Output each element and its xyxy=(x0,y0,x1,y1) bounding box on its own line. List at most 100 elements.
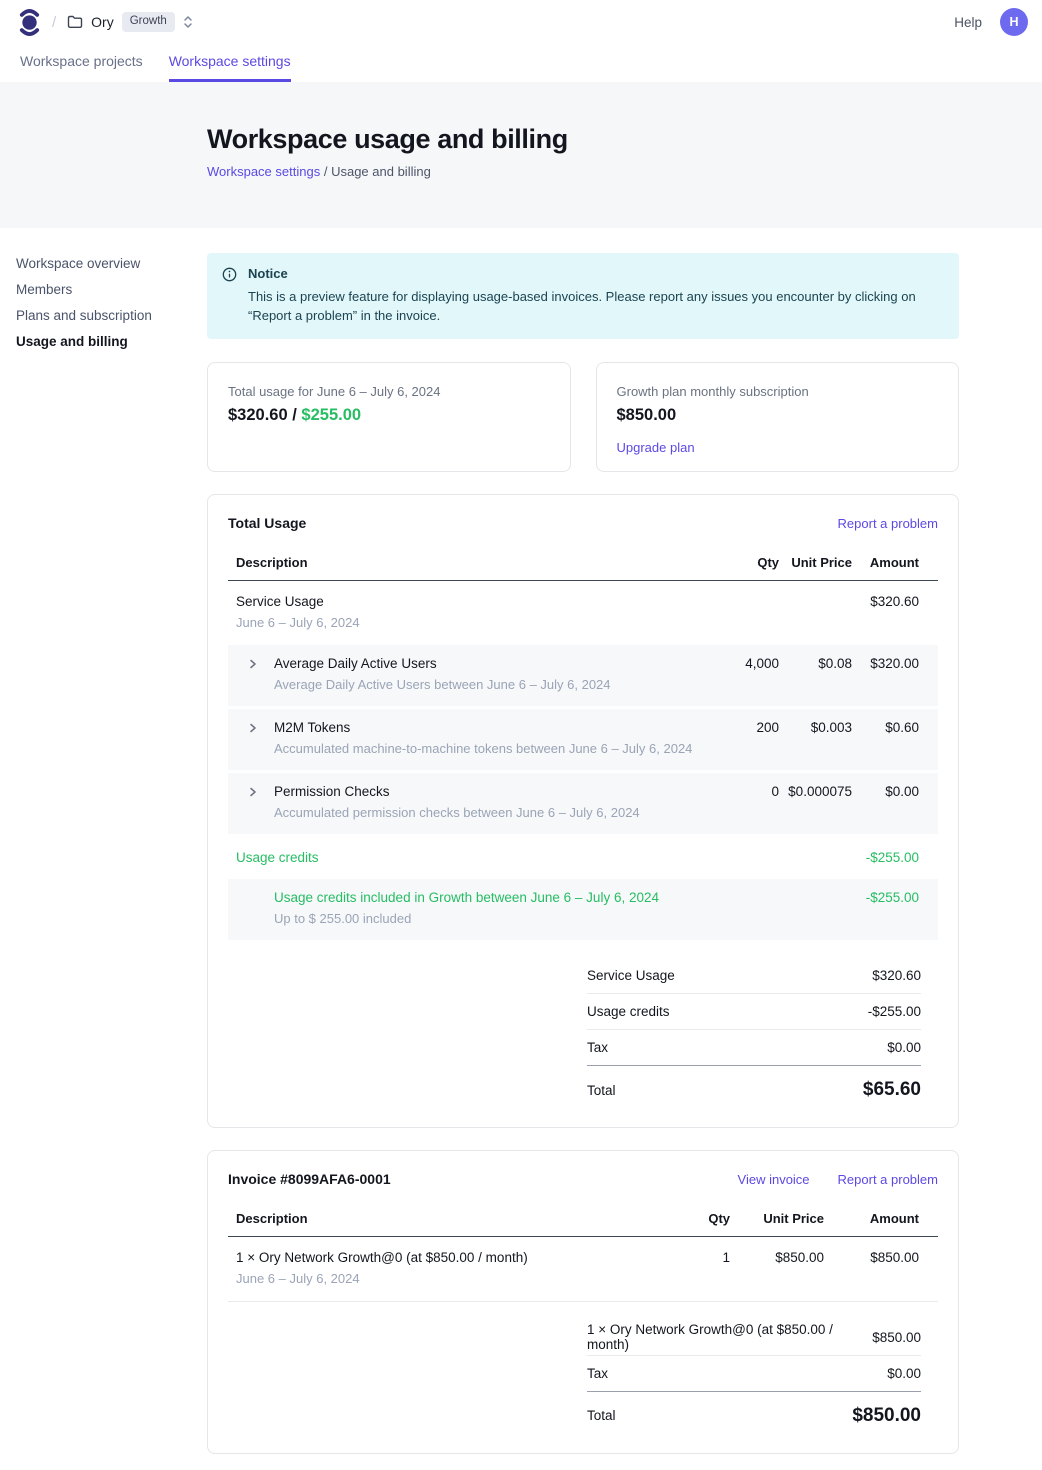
tab-workspace-settings[interactable]: Workspace settings xyxy=(169,53,291,82)
summary-label: 1 × Ory Network Growth@0 (at $850.00 / m… xyxy=(587,1322,872,1352)
avatar[interactable]: H xyxy=(1000,8,1028,36)
summary-value: $0.00 xyxy=(887,1366,921,1381)
row-description: Accumulated permission checks between Ju… xyxy=(274,805,640,822)
sidebar-item-workspace-overview[interactable]: Workspace overview xyxy=(16,257,191,271)
row-amount: $0.60 xyxy=(852,720,919,735)
summary-row-service-usage: Service Usage $320.60 xyxy=(587,958,921,994)
sidebar-item-members[interactable]: Members xyxy=(16,283,191,297)
col-amount: Amount xyxy=(824,1211,919,1226)
col-amount: Amount xyxy=(852,555,919,570)
summary-value: $0.00 xyxy=(887,1040,921,1055)
row-unit-price: $0.003 xyxy=(779,720,852,735)
row-name: Service Usage xyxy=(236,594,719,611)
main-content: Notice This is a preview feature for dis… xyxy=(207,228,959,1454)
usage-table-header: Description Qty Unit Price Amount xyxy=(228,547,938,581)
row-name: Average Daily Active Users xyxy=(274,656,611,673)
notice-title: Notice xyxy=(248,266,943,281)
row-qty: 0 xyxy=(719,784,779,799)
invoice-summary: 1 × Ory Network Growth@0 (at $850.00 / m… xyxy=(587,1320,921,1431)
breadcrumb-separator: / xyxy=(52,14,56,31)
plan-badge: Growth xyxy=(122,12,175,32)
summary-value: $320.60 xyxy=(872,968,921,983)
row-unit-price: $0.08 xyxy=(779,656,852,671)
sidebar-item-plans-and-subscription[interactable]: Plans and subscription xyxy=(16,309,191,323)
breadcrumb-separator: / xyxy=(324,164,328,179)
info-icon xyxy=(222,267,237,325)
workspace-switcher[interactable]: Ory Growth xyxy=(67,12,193,32)
help-link[interactable]: Help xyxy=(954,15,982,30)
tab-workspace-projects[interactable]: Workspace projects xyxy=(20,53,143,82)
sidebar-item-usage-and-billing[interactable]: Usage and billing xyxy=(16,335,191,349)
row-amount: $320.00 xyxy=(852,656,919,671)
summary-row-total: Total $65.60 xyxy=(587,1066,921,1105)
chevron-right-icon[interactable] xyxy=(248,659,258,694)
plan-price: $850.00 xyxy=(617,406,939,425)
summary-row-usage-credits: Usage credits -$255.00 xyxy=(587,994,921,1030)
summary-value: -$255.00 xyxy=(868,1004,921,1019)
table-row-usage-credits: Usage credits -$255.00 xyxy=(228,837,938,880)
row-name: Usage credits included in Growth between… xyxy=(274,890,659,907)
report-problem-link[interactable]: Report a problem xyxy=(838,516,938,531)
report-problem-link[interactable]: Report a problem xyxy=(838,1172,938,1187)
usage-panel-title: Total Usage xyxy=(228,515,306,531)
row-amount: -$255.00 xyxy=(852,890,919,905)
col-qty: Qty xyxy=(650,1211,730,1226)
table-row-permission-checks[interactable]: Permission Checks Accumulated permission… xyxy=(228,773,938,834)
chevron-right-icon[interactable] xyxy=(248,723,258,758)
row-qty: 4,000 xyxy=(719,656,779,671)
col-unit-price: Unit Price xyxy=(779,555,852,570)
row-name: 1 × Ory Network Growth@0 (at $850.00 / m… xyxy=(236,1250,650,1267)
chevron-right-icon[interactable] xyxy=(248,787,258,822)
settings-sidebar: Workspace overview Members Plans and sub… xyxy=(16,257,191,361)
table-row-m2m-tokens[interactable]: M2M Tokens Accumulated machine-to-machin… xyxy=(228,709,938,770)
total-usage-card: Total usage for June 6 – July 6, 2024 $3… xyxy=(207,362,571,472)
notice-banner: Notice This is a preview feature for dis… xyxy=(207,253,959,339)
total-value: $850.00 xyxy=(852,1405,921,1427)
usage-credit-amount: $255.00 xyxy=(301,406,361,424)
breadcrumb-link-workspace-settings[interactable]: Workspace settings xyxy=(207,164,320,179)
folder-icon xyxy=(67,15,83,29)
table-row-invoice-item: 1 × Ory Network Growth@0 (at $850.00 / m… xyxy=(228,1237,938,1302)
view-invoice-link[interactable]: View invoice xyxy=(738,1172,810,1187)
summary-label: Tax xyxy=(587,1366,608,1381)
invoice-title: Invoice #8099AFA6-0001 xyxy=(228,1171,391,1187)
usage-summary: Service Usage $320.60 Usage credits -$25… xyxy=(587,958,921,1105)
total-value: $65.60 xyxy=(863,1079,921,1101)
row-qty: 200 xyxy=(719,720,779,735)
summary-label: Usage credits xyxy=(587,1004,670,1019)
invoice-table: Description Qty Unit Price Amount 1 × Or… xyxy=(228,1203,938,1431)
row-name: M2M Tokens xyxy=(274,720,692,737)
total-label: Total xyxy=(587,1083,616,1098)
breadcrumb: Workspace settings / Usage and billing xyxy=(207,164,1042,179)
row-name: Usage credits xyxy=(236,850,719,867)
row-name: Permission Checks xyxy=(274,784,640,801)
summary-row-total: Total $850.00 xyxy=(587,1392,921,1431)
chevron-up-down-icon[interactable] xyxy=(183,15,193,29)
notice-body: This is a preview feature for displaying… xyxy=(248,287,943,325)
total-label: Total xyxy=(587,1408,616,1423)
row-unit-price: $0.000075 xyxy=(779,784,852,799)
table-row-average-daily-active-users[interactable]: Average Daily Active Users Average Daily… xyxy=(228,645,938,706)
workspace-tabs: Workspace projects Workspace settings xyxy=(0,44,1042,82)
plan-label: Growth plan monthly subscription xyxy=(617,384,939,399)
total-usage-value: $320.60 / $255.00 xyxy=(228,406,550,425)
page-header: Workspace usage and billing Workspace se… xyxy=(0,82,1042,228)
usage-separator: / xyxy=(288,406,302,424)
summary-value: $850.00 xyxy=(872,1330,921,1345)
row-description: Up to $ 255.00 included xyxy=(274,911,659,928)
invoice-table-header: Description Qty Unit Price Amount xyxy=(228,1203,938,1237)
breadcrumb-current: Usage and billing xyxy=(331,164,431,179)
table-row-usage-credits-included: Usage credits included in Growth between… xyxy=(228,879,938,940)
invoice-panel: Invoice #8099AFA6-0001 View invoice Repo… xyxy=(207,1150,959,1454)
ory-logo-icon[interactable] xyxy=(18,8,41,37)
summary-label: Tax xyxy=(587,1040,608,1055)
row-qty: 1 xyxy=(650,1250,730,1265)
upgrade-plan-link[interactable]: Upgrade plan xyxy=(617,440,695,455)
total-usage-panel: Total Usage Report a problem Description… xyxy=(207,494,959,1128)
row-amount: $850.00 xyxy=(824,1250,919,1265)
topbar: / Ory Growth Help H xyxy=(0,0,1042,44)
row-amount: $320.60 xyxy=(852,594,919,609)
summary-row-item: 1 × Ory Network Growth@0 (at $850.00 / m… xyxy=(587,1320,921,1356)
summary-row-tax: Tax $0.00 xyxy=(587,1356,921,1392)
row-period: June 6 – July 6, 2024 xyxy=(236,1271,650,1288)
